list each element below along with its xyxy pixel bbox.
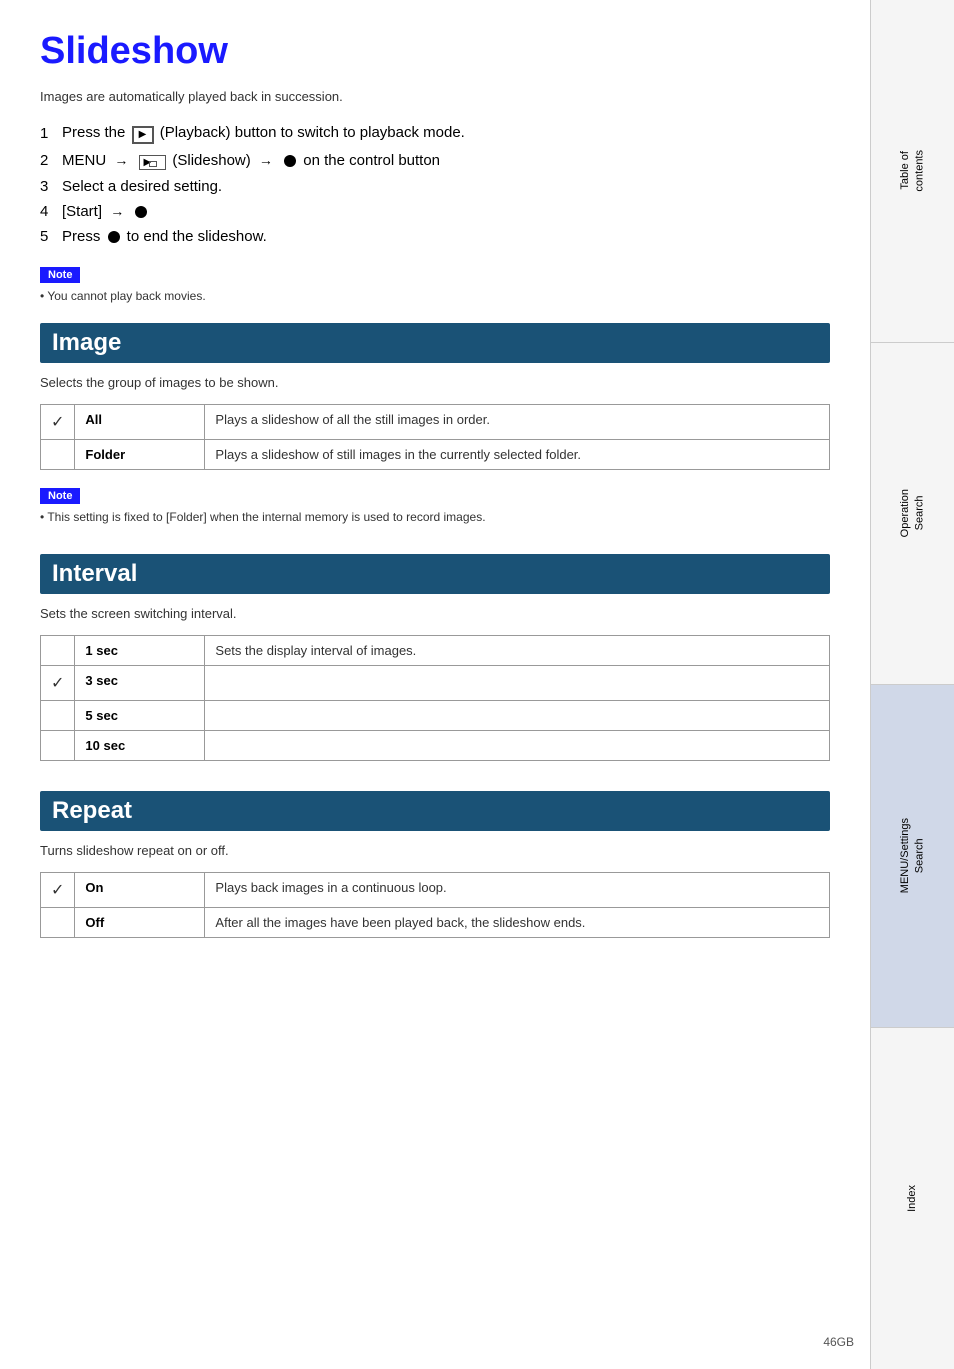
desc-on: Plays back images in a continuous loop.	[205, 872, 830, 907]
desc-all: Plays a slideshow of all the still image…	[205, 404, 830, 439]
step-3-text: Select a desired setting.	[62, 178, 222, 195]
table-row: 5 sec	[41, 700, 830, 730]
sidebar-tab-index[interactable]: Index	[871, 1028, 954, 1369]
step-num-4: 4	[40, 203, 56, 220]
table-row: ✓ 3 sec	[41, 665, 830, 700]
note-box-image: Note This setting is fixed to [Folder] w…	[40, 486, 830, 524]
check-col-off	[41, 907, 75, 937]
step-num-3: 3	[40, 178, 56, 195]
playback-icon: ▶	[132, 126, 154, 144]
label-5sec: 5 sec	[75, 700, 205, 730]
checkmark-3sec: ✓	[51, 675, 64, 692]
check-col-all: ✓	[41, 404, 75, 439]
checkmark-on: ✓	[51, 882, 64, 899]
sidebar-tab-table-of-contents[interactable]: Table ofcontents	[871, 0, 954, 343]
page-number: 46GB	[823, 1335, 854, 1349]
table-row: Folder Plays a slideshow of still images…	[41, 439, 830, 469]
table-row: ✓ On Plays back images in a continuous l…	[41, 872, 830, 907]
step-5: 5 Press to end the slideshow.	[40, 228, 830, 245]
label-10sec: 10 sec	[75, 730, 205, 760]
table-row: ✓ All Plays a slideshow of all the still…	[41, 404, 830, 439]
interval-section: Interval Sets the screen switching inter…	[40, 554, 830, 761]
note-label-image: Note	[40, 488, 80, 504]
desc-5sec	[205, 700, 830, 730]
sidebar-tab-label-menu: MENU/SettingsSearch	[898, 818, 927, 893]
check-col-1sec	[41, 635, 75, 665]
label-1sec: 1 sec	[75, 635, 205, 665]
label-folder: Folder	[75, 439, 205, 469]
sidebar: Table ofcontents OperationSearch MENU/Se…	[870, 0, 954, 1369]
label-on: On	[75, 872, 205, 907]
sidebar-tab-label-index: Index	[905, 1185, 919, 1212]
sidebar-tab-label-toc: Table ofcontents	[898, 150, 927, 192]
table-row: Off After all the images have been playe…	[41, 907, 830, 937]
step-num-5: 5	[40, 228, 56, 245]
interval-section-desc: Sets the screen switching interval.	[40, 606, 830, 621]
step-num-1: 1	[40, 125, 56, 142]
note-box-1: Note You cannot play back movies.	[40, 265, 830, 303]
arrow-icon-2: →	[259, 152, 273, 168]
sidebar-tab-label-op: OperationSearch	[898, 489, 927, 537]
check-col-3sec: ✓	[41, 665, 75, 700]
image-section: Image Selects the group of images to be …	[40, 323, 830, 524]
table-row: 10 sec	[41, 730, 830, 760]
image-table: ✓ All Plays a slideshow of all the still…	[40, 404, 830, 470]
bullet-circle-2	[135, 206, 147, 218]
slideshow-menu-icon: ▶	[139, 155, 167, 170]
note-text-image: This setting is fixed to [Folder] when t…	[40, 510, 830, 524]
desc-off: After all the images have been played ba…	[205, 907, 830, 937]
desc-10sec	[205, 730, 830, 760]
check-col-10sec	[41, 730, 75, 760]
arrow-icon-3: →	[110, 203, 124, 219]
step-4: 4 [Start] →	[40, 203, 830, 220]
repeat-section: Repeat Turns slideshow repeat on or off.…	[40, 791, 830, 938]
check-col-5sec	[41, 700, 75, 730]
step-2: 2 MENU → ▶ (Slideshow) → on the control …	[40, 152, 830, 170]
image-section-desc: Selects the group of images to be shown.	[40, 375, 830, 390]
repeat-section-desc: Turns slideshow repeat on or off.	[40, 843, 830, 858]
interval-section-header: Interval	[40, 554, 830, 594]
label-off: Off	[75, 907, 205, 937]
step-4-text: [Start] →	[62, 203, 150, 220]
arrow-icon-1: →	[114, 152, 128, 168]
repeat-section-header: Repeat	[40, 791, 830, 831]
image-section-header: Image	[40, 323, 830, 363]
note-label-1: Note	[40, 267, 80, 283]
check-col-folder	[41, 439, 75, 469]
label-3sec: 3 sec	[75, 665, 205, 700]
bullet-circle-3	[108, 231, 120, 243]
step-num-2: 2	[40, 152, 56, 169]
sidebar-tab-operation-search[interactable]: OperationSearch	[871, 343, 954, 686]
label-all: All	[75, 404, 205, 439]
check-col-on: ✓	[41, 872, 75, 907]
desc-3sec	[205, 665, 830, 700]
sidebar-tab-menu-settings-search[interactable]: MENU/SettingsSearch	[871, 685, 954, 1028]
step-2-text: MENU → ▶ (Slideshow) → on the control bu…	[62, 152, 440, 170]
desc-1sec: Sets the display interval of images.	[205, 635, 830, 665]
bullet-circle-1	[284, 155, 296, 167]
page-title: Slideshow	[40, 30, 830, 73]
desc-folder: Plays a slideshow of still images in the…	[205, 439, 830, 469]
steps-list: 1 Press the ▶ (Playback) button to switc…	[40, 124, 830, 245]
checkmark-all: ✓	[51, 414, 64, 431]
table-row: 1 sec Sets the display interval of image…	[41, 635, 830, 665]
interval-table: 1 sec Sets the display interval of image…	[40, 635, 830, 761]
step-1-text: Press the ▶ (Playback) button to switch …	[62, 124, 465, 144]
note-text-1: You cannot play back movies.	[40, 289, 830, 303]
repeat-table: ✓ On Plays back images in a continuous l…	[40, 872, 830, 938]
intro-text: Images are automatically played back in …	[40, 89, 830, 104]
step-3: 3 Select a desired setting.	[40, 178, 830, 195]
step-1: 1 Press the ▶ (Playback) button to switc…	[40, 124, 830, 144]
step-5-text: Press to end the slideshow.	[62, 228, 267, 245]
